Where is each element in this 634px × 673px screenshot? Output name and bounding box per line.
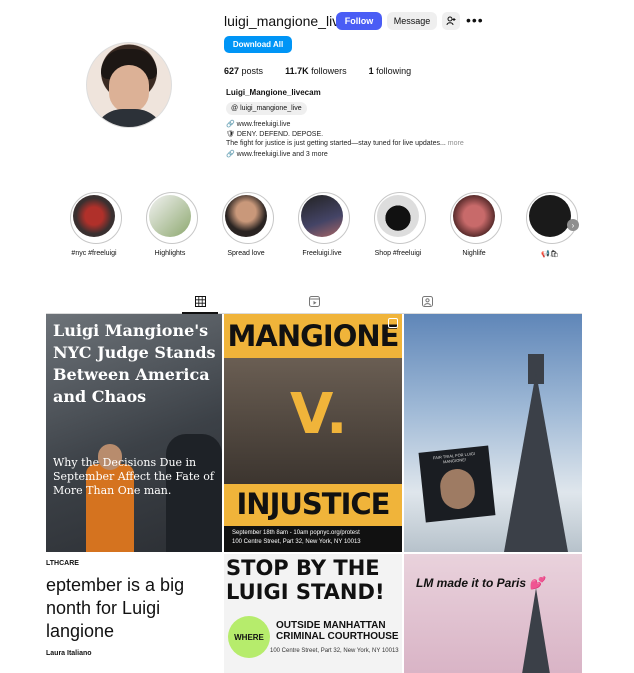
following-label: following <box>376 66 412 76</box>
multi-image-icon <box>388 318 398 328</box>
follow-button[interactable]: Follow <box>336 12 382 30</box>
followers-count: 11.7K <box>285 66 309 76</box>
posts-count: 627 <box>224 66 240 76</box>
post-subheadline: Why the Decisions Due in September Affec… <box>53 456 214 497</box>
profile-avatar[interactable] <box>86 42 172 128</box>
message-button[interactable]: Message <box>387 12 437 30</box>
poster-versus: V. <box>290 382 348 447</box>
tagged-icon[interactable] <box>420 294 434 308</box>
highlight-item[interactable]: Freeluigi.live <box>298 192 350 257</box>
card-text: FAIR TRIAL FOR LUIGI MANGIONE! <box>432 450 476 465</box>
post-tile[interactable]: STOP BY THE LUIGI STAND! WHERE OUTSIDE M… <box>224 554 402 673</box>
bio-text-2: The fight for justice is just getting st… <box>226 140 446 147</box>
add-user-icon[interactable] <box>442 12 460 30</box>
link-icon: 🔗 <box>226 121 235 128</box>
highlight-item[interactable]: #nyc #freeluigi <box>70 192 122 257</box>
highlight-item[interactable]: Nighlife <box>450 192 502 257</box>
courthouse-text: OUTSIDE MANHATTAN CRIMINAL COURTHOUSE <box>276 620 399 642</box>
followers-stat[interactable]: 11.7K followers <box>285 66 347 76</box>
followers-label: followers <box>311 66 347 76</box>
article-headline: eptember is a big nonth for Luigi langio… <box>46 575 185 641</box>
threads-icon: @ <box>231 105 239 112</box>
grid-icon[interactable] <box>193 294 207 308</box>
article-author: Laura Italiano <box>46 650 92 657</box>
highlight-item[interactable]: Shop #freeluigi <box>374 192 426 257</box>
highlight-label: Spread love <box>227 250 265 257</box>
profile-full-name: Luigi_Mangione_livecam <box>226 88 321 97</box>
download-all-button[interactable]: Download All <box>224 36 292 53</box>
post-tile[interactable]: FAIR TRIAL FOR LUIGI MANGIONE! <box>404 314 582 552</box>
poster-footer: September 18th 8am - 10am popnyc.org/pro… <box>224 526 402 552</box>
link-icon-2: 🔗 <box>226 151 235 158</box>
highlight-label: Nighlife <box>462 250 486 257</box>
poster-top-text: MANGIONE <box>227 319 400 353</box>
highlight-item[interactable]: Spread love <box>222 192 274 257</box>
bio-links-row[interactable]: 🔗 www.freeluigi.live and 3 more <box>226 150 328 158</box>
post-tile[interactable]: Luigi Mangione's NYC Judge Stands Betwee… <box>46 314 222 552</box>
highlight-item[interactable]: Highlights <box>146 192 198 257</box>
bio-links[interactable]: www.freeluigi.live and 3 more <box>237 151 328 158</box>
poster-footer-line-2: 100 Centre Street, Part 32, New York, NY… <box>232 539 361 545</box>
poster-bottom-text: INJUSTICE <box>236 487 391 521</box>
bio-more-link[interactable]: more <box>448 140 464 147</box>
posts-label: posts <box>241 66 264 76</box>
courthouse-address: 100 Centre Street, Part 32, New York, NY… <box>270 648 399 654</box>
held-card: FAIR TRIAL FOR LUIGI MANGIONE! <box>418 445 496 523</box>
bio-line-2: The fight for justice is just getting st… <box>226 140 464 147</box>
posts-stat: 627 posts <box>224 66 263 76</box>
eiffel-tower-image <box>504 372 568 552</box>
poster-footer-line-1: September 18th 8am - 10am popnyc.org/pro… <box>232 530 360 536</box>
article-section: LTHCARE <box>46 560 79 567</box>
chevron-right-icon[interactable]: › <box>567 219 579 231</box>
highlight-label: Freeluigi.live <box>302 250 342 257</box>
threads-handle: luigi_mangione_live <box>240 105 302 112</box>
profile-username: luigi_mangione_live <box>224 13 347 29</box>
reels-icon[interactable] <box>307 294 321 308</box>
more-dots-icon[interactable]: ••• <box>466 12 484 28</box>
eiffel-tower-image <box>522 588 550 673</box>
where-badge: WHERE <box>228 616 270 658</box>
post-headline: Luigi Mangione's NYC Judge Stands Betwee… <box>53 321 216 406</box>
stand-headline: STOP BY THE LUIGI STAND! <box>226 556 385 604</box>
shield-icon: 🛡 <box>226 131 235 138</box>
bio-text-1: DENY. DEFEND. DEPOSE. <box>236 131 324 138</box>
threads-badge[interactable]: @ luigi_mangione_live <box>226 102 307 115</box>
highlight-label: #nyc #freeluigi <box>71 250 117 257</box>
following-stat[interactable]: 1 following <box>369 66 412 76</box>
highlight-label: Shop #freeluigi <box>374 250 422 257</box>
bio-line-1: 🛡 DENY. DEFEND. DEPOSE. <box>226 130 323 138</box>
following-count: 1 <box>368 66 374 76</box>
highlight-label: Highlights <box>154 250 186 257</box>
post-tile[interactable]: LM made it to Paris 💕 <box>404 554 582 673</box>
highlight-label: 📢🛍 <box>541 251 559 258</box>
post-tile[interactable]: MANGIONE V. INJUSTICE September 18th 8am… <box>224 314 402 552</box>
bio-link[interactable]: www.freeluigi.live <box>237 121 291 128</box>
post-tile[interactable]: LTHCARE eptember is a big nonth for Luig… <box>46 554 222 673</box>
profile-stats: 627 posts 11.7K followers 1 following <box>224 66 411 76</box>
bio-link-row[interactable]: 🔗 www.freeluigi.live <box>226 120 290 128</box>
